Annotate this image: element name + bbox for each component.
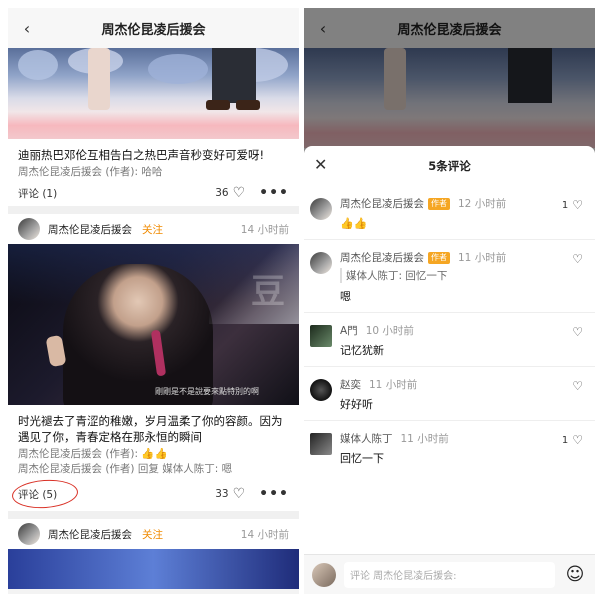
- follow-button[interactable]: 关注: [142, 527, 163, 542]
- comment-item: 周杰伦昆凌后援会 作者 12 小时前 👍👍 1 ♡: [304, 186, 595, 240]
- comment-like[interactable]: 1 ♡: [562, 198, 583, 212]
- post1-text: 迪丽热巴邓伦互相告白之热巴声音秒变好可爱呀!: [18, 148, 265, 162]
- post2-author[interactable]: 周杰伦昆凌后援会: [48, 222, 132, 237]
- heart-outline-icon[interactable]: ♡: [572, 325, 583, 339]
- comment-text: 好好听: [340, 398, 373, 411]
- post2-author-row: 周杰伦昆凌后援会 关注 14 小时前: [8, 214, 299, 244]
- author-badge: 作者: [428, 252, 450, 264]
- post3-card: 周杰伦昆凌后援会 关注 14 小时前: [8, 519, 299, 589]
- sheet-header: ✕ 5条评论: [304, 146, 595, 186]
- avatar[interactable]: [310, 198, 332, 220]
- comment-author[interactable]: 赵奕: [340, 377, 361, 393]
- heart-outline-icon[interactable]: ♡: [572, 252, 583, 266]
- avatar: [312, 562, 336, 587]
- post2-text: 时光褪去了青涩的稚嫩，岁月温柔了你的容颜。因为遇见了你，青春定格在那永恒的瞬间: [18, 414, 283, 444]
- emoji-icon[interactable]: ☺: [563, 563, 587, 587]
- divider: [8, 511, 299, 519]
- comment-item: 赵奕 11 小时前 好好听 ♡: [304, 367, 595, 421]
- more-dots-icon[interactable]: •••: [259, 486, 289, 502]
- avatar[interactable]: [310, 379, 332, 401]
- post2-like-count: 33: [215, 488, 229, 500]
- post1-like-count: 36: [215, 187, 229, 199]
- comment-text: 记忆犹新: [340, 344, 384, 357]
- avatar[interactable]: [310, 325, 332, 347]
- comment-author[interactable]: 媒体人陈丁: [340, 431, 393, 447]
- post1-comment-preview: 周杰伦昆凌后援会 (作者): 哈哈: [18, 166, 163, 178]
- comment-like-count: 1: [561, 434, 569, 446]
- highlight-circle: [11, 477, 79, 511]
- reply-quote: 媒体人陈丁: 回忆一下: [340, 268, 585, 283]
- post2-comment-preview-1: 周杰伦昆凌后援会 (作者): 👍👍: [18, 448, 168, 460]
- comment-time: 11 小时前: [458, 252, 507, 264]
- heart-outline-icon[interactable]: ♡: [233, 185, 246, 201]
- comments-sheet: ✕ 5条评论 周杰伦昆凌后援会 作者 12 小时前 👍👍 1 ♡ 周杰伦昆凌后援…: [304, 146, 595, 594]
- close-icon[interactable]: ✕: [314, 155, 327, 174]
- comment-text: 👍👍: [340, 217, 368, 230]
- comments-screen: ‹ 周杰伦昆凌后援会 ✕ 5条评论 周杰伦昆凌后援会 作者 12 小时前 👍👍 …: [304, 8, 595, 594]
- post1-image[interactable]: [8, 48, 299, 139]
- comment-item: A門 10 小时前 记忆犹新 ♡: [304, 313, 595, 367]
- comment-author[interactable]: 周杰伦昆凌后援会: [340, 196, 424, 212]
- heart-outline-icon[interactable]: ♡: [233, 486, 246, 502]
- avatar[interactable]: [18, 523, 40, 545]
- nav-title: 周杰伦昆凌后援会: [101, 22, 206, 38]
- post2-image[interactable]: 豆 剛剛是不是說要來點特別的啊: [8, 244, 299, 405]
- post2-comment-preview-2: 周杰伦昆凌后援会 (作者) 回复 媒体人陈丁: 嗯: [18, 463, 233, 475]
- post1-card: 迪丽热巴邓伦互相告白之热巴声音秒变好可爱呀! 周杰伦昆凌后援会 (作者): 哈哈…: [8, 139, 299, 206]
- post3-author-row: 周杰伦昆凌后援会 关注 14 小时前: [8, 519, 299, 549]
- avatar[interactable]: [310, 252, 332, 274]
- follow-button[interactable]: 关注: [142, 222, 163, 237]
- avatar[interactable]: [18, 218, 40, 240]
- post2-actions: 评论 (5) 33 ♡ •••: [8, 477, 299, 511]
- more-dots-icon[interactable]: •••: [259, 185, 289, 201]
- comment-text: 回忆一下: [340, 452, 384, 465]
- back-icon[interactable]: ‹: [18, 17, 36, 39]
- nav-bar: ‹ 周杰伦昆凌后援会: [8, 8, 299, 48]
- avatar[interactable]: [310, 433, 332, 455]
- sheet-title: 5条评论: [428, 159, 471, 173]
- post3-time: 14 小时前: [240, 528, 289, 541]
- post2-time: 14 小时前: [240, 223, 289, 236]
- comment-like[interactable]: 1 ♡: [562, 433, 583, 447]
- comment-input-bar: 评论 周杰伦昆凌后援会: ☺: [304, 554, 595, 594]
- comment-author[interactable]: 周杰伦昆凌后援会: [340, 250, 424, 266]
- comment-time: 12 小时前: [458, 198, 507, 210]
- feed-screen: ‹ 周杰伦昆凌后援会 迪丽热巴邓伦互相告白之热巴声音秒变好可爱呀! 周杰伦昆凌后…: [8, 8, 299, 594]
- overlay-dim[interactable]: [304, 8, 595, 153]
- author-badge: 作者: [428, 198, 450, 210]
- post3-image[interactable]: [8, 549, 299, 589]
- comment-like[interactable]: ♡: [568, 252, 583, 266]
- post1-actions: 评论 (1) 36 ♡ •••: [8, 180, 299, 206]
- watermark-text: 豆: [251, 272, 285, 312]
- comment-text: 嗯: [340, 290, 351, 303]
- comment-input[interactable]: 评论 周杰伦昆凌后援会:: [344, 561, 555, 588]
- comment-time: 11 小时前: [369, 379, 418, 391]
- comment-time: 10 小时前: [365, 325, 414, 337]
- post1-comment-link[interactable]: 评论 (1): [18, 186, 57, 201]
- post2-card: 周杰伦昆凌后援会 关注 14 小时前 豆 剛剛是不是說要來點特別的啊 时光褪去了…: [8, 214, 299, 511]
- heart-outline-icon[interactable]: ♡: [572, 379, 583, 393]
- post3-author[interactable]: 周杰伦昆凌后援会: [48, 527, 132, 542]
- heart-outline-icon[interactable]: ♡: [572, 198, 583, 212]
- comment-item: 媒体人陈丁 11 小时前 回忆一下 1 ♡: [304, 421, 595, 474]
- singer-figure: [63, 264, 213, 405]
- video-subtitle: 剛剛是不是說要來點特別的啊: [155, 387, 259, 396]
- comment-item: 周杰伦昆凌后援会 作者 11 小时前 媒体人陈丁: 回忆一下 嗯 ♡: [304, 240, 595, 313]
- comment-like-count: 1: [561, 199, 569, 211]
- heart-outline-icon[interactable]: ♡: [572, 433, 583, 447]
- comment-time: 11 小时前: [400, 433, 449, 445]
- divider: [8, 206, 299, 214]
- comment-like[interactable]: ♡: [568, 325, 583, 339]
- comment-like[interactable]: ♡: [568, 379, 583, 393]
- comment-author[interactable]: A門: [340, 323, 358, 339]
